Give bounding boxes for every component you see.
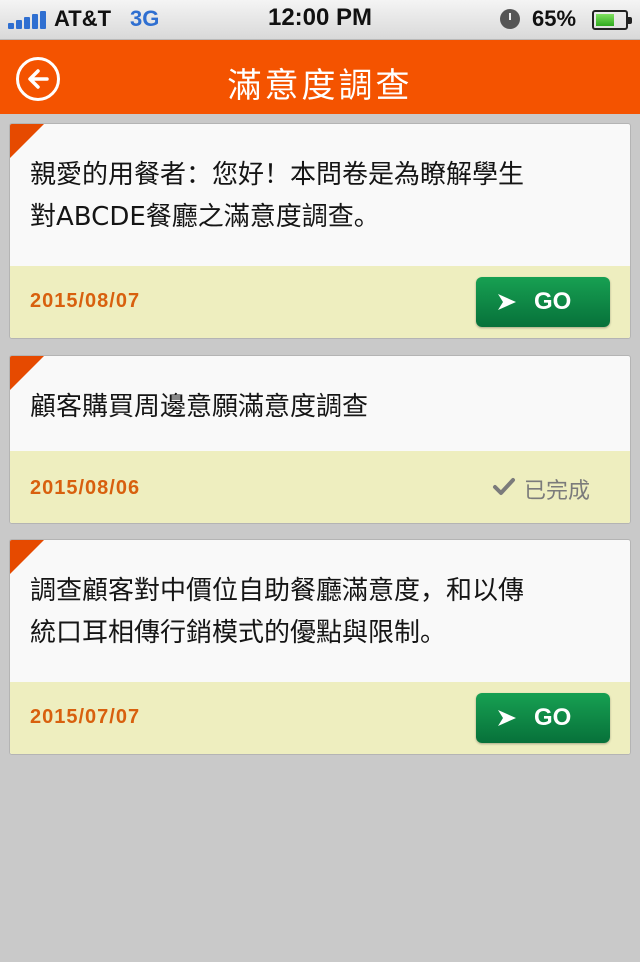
arrow-right-icon — [498, 294, 516, 310]
survey-description-line: 親愛的用餐者：您好！本問卷是為瞭解學生 — [30, 160, 525, 190]
nav-bar: 滿意度調查 — [0, 40, 640, 114]
survey-date: 2015/07/07 — [30, 706, 141, 728]
survey-description-line: 調查顧客對中價位自助餐廳滿意度，和以傳 — [30, 576, 525, 606]
card-corner-marker — [10, 540, 44, 574]
check-icon — [493, 478, 515, 495]
completed-label: 已完成 — [524, 479, 591, 504]
go-button[interactable]: GO — [476, 277, 610, 327]
go-button-label: GO — [534, 704, 572, 731]
go-button-label: GO — [534, 288, 572, 315]
survey-card[interactable]: 顧客購買周邊意願滿意度調查 2015/08/06 已完成 — [9, 355, 631, 524]
battery-level — [596, 14, 615, 26]
status-bar: AT&T 3G 12:00 PM 65% — [0, 0, 640, 40]
card-corner-marker — [10, 356, 44, 390]
survey-description-line: 顧客購買周邊意願滿意度調查 — [30, 392, 369, 422]
survey-date: 2015/08/06 — [30, 477, 141, 499]
card-footer: 2015/07/07 GO — [10, 682, 630, 754]
arrow-right-icon — [498, 710, 516, 726]
survey-description-line: 統口耳相傳行銷模式的優點與限制。 — [30, 618, 447, 648]
battery-icon — [592, 10, 632, 30]
survey-card[interactable]: 親愛的用餐者：您好！本問卷是為瞭解學生 對ABCDE餐廳之滿意度調查。 2015… — [9, 123, 631, 339]
alarm-clock-icon — [500, 9, 520, 29]
survey-description-line: 對ABCDE餐廳之滿意度調查。 — [30, 202, 380, 232]
survey-date: 2015/08/07 — [30, 290, 141, 312]
card-footer: 2015/08/06 已完成 — [10, 451, 630, 523]
battery-percentage: 65% — [532, 6, 577, 31]
go-button[interactable]: GO — [476, 693, 610, 743]
survey-card[interactable]: 調查顧客對中價位自助餐廳滿意度，和以傳 統口耳相傳行銷模式的優點與限制。 201… — [9, 539, 631, 755]
survey-description: 調查顧客對中價位自助餐廳滿意度，和以傳 統口耳相傳行銷模式的優點與限制。 — [30, 570, 612, 654]
page-title: 滿意度調查 — [227, 66, 413, 106]
survey-description: 顧客購買周邊意願滿意度調查 — [30, 386, 612, 428]
card-corner-marker — [10, 124, 44, 158]
survey-description: 親愛的用餐者：您好！本問卷是為瞭解學生 對ABCDE餐廳之滿意度調查。 — [30, 154, 612, 238]
card-footer: 2015/08/07 GO — [10, 266, 630, 338]
completed-status: 已完成 — [492, 473, 596, 504]
